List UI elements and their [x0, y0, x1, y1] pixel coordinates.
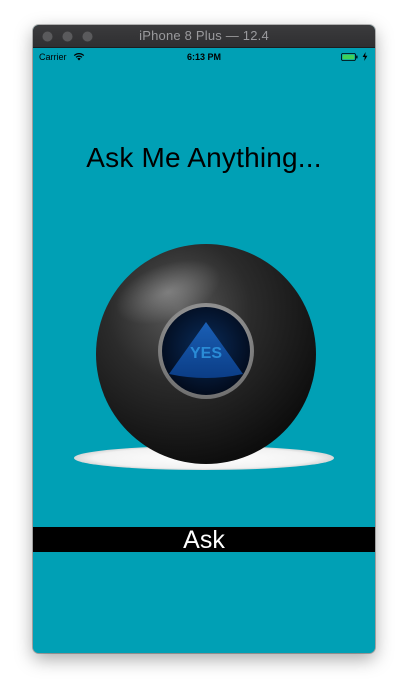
magic-8-ball-image: YES [73, 242, 335, 476]
battery-icon [341, 53, 358, 61]
window-titlebar: iPhone 8 Plus — 12.4 [33, 25, 375, 48]
simulator-window: iPhone 8 Plus — 12.4 Carrier 6:13 PM Ask… [33, 25, 375, 653]
window-title: iPhone 8 Plus — 12.4 [139, 28, 269, 43]
answer-text: YES [190, 345, 222, 362]
headline: Ask Me Anything... [86, 142, 322, 173]
app-screen: Carrier 6:13 PM Ask Me Anything... YES A… [33, 48, 375, 653]
status-bar: Carrier 6:13 PM [33, 48, 375, 66]
status-time: 6:13 PM [186, 52, 221, 62]
ask-button[interactable]: Ask [33, 527, 375, 553]
charging-bolt-icon [362, 52, 368, 61]
